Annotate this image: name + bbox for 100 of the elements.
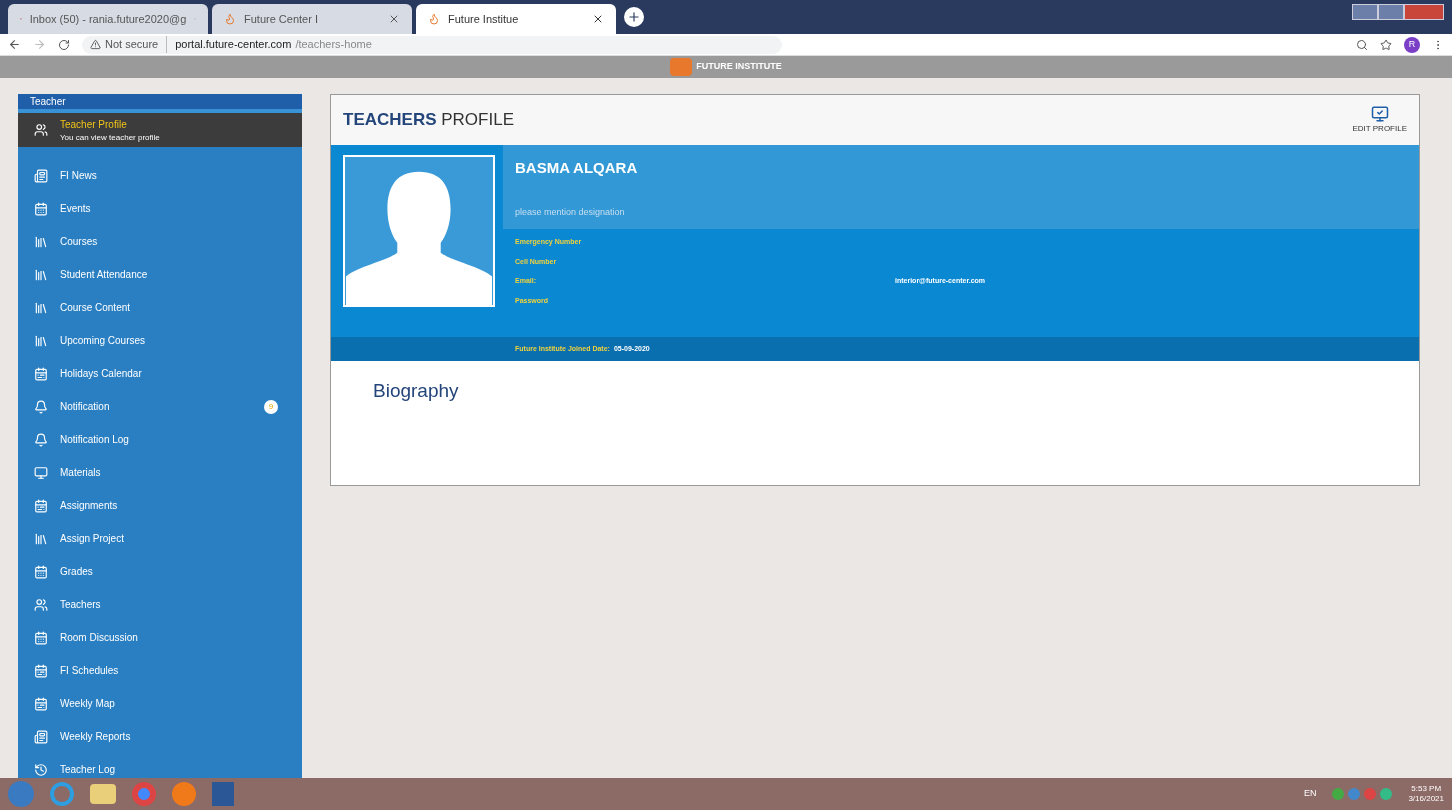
biography-heading: Biography xyxy=(373,380,459,401)
monitor-icon xyxy=(34,465,48,480)
sidebar-item[interactable]: Assign Project xyxy=(18,522,302,555)
bell-icon xyxy=(34,432,48,447)
sidebar-item[interactable]: Notification Log xyxy=(18,423,302,456)
sidebar-item-label: Teachers xyxy=(60,598,102,612)
page-title: TEACHERS PROFILE xyxy=(343,109,514,132)
folder-icon[interactable] xyxy=(90,784,116,804)
calendar-grid-icon xyxy=(34,498,48,513)
tray-icons-icon xyxy=(1332,788,1393,800)
plus-icon xyxy=(627,10,641,24)
sidebar-item-label: Assign Project xyxy=(60,532,125,546)
calendar-icon xyxy=(34,564,48,579)
browser-app-icon[interactable] xyxy=(172,782,196,806)
sidebar-item-label: FI News xyxy=(60,169,98,183)
sidebar-item[interactable]: Holidays Calendar xyxy=(18,357,302,390)
edit-profile-button[interactable]: EDIT PROFILE xyxy=(1352,105,1407,135)
sidebar-item-label: FI Schedules xyxy=(60,664,120,678)
books-icon xyxy=(34,267,48,282)
sidebar-item-label: Notification xyxy=(60,400,111,414)
sidebar-item[interactable]: Weekly Reports xyxy=(18,720,302,753)
sidebar-item[interactable]: Teacher Log xyxy=(18,753,302,778)
sidebar-item-label: Courses xyxy=(60,235,99,249)
sidebar-item-label: Holidays Calendar xyxy=(60,367,143,381)
sidebar-item[interactable]: Weekly Map xyxy=(18,687,302,720)
browser-app-icon[interactable] xyxy=(50,782,74,806)
sidebar-title: Teacher xyxy=(18,94,302,113)
newspaper-icon xyxy=(34,168,48,183)
browser-tab[interactable]: Future Institue xyxy=(416,4,616,34)
bell-icon xyxy=(34,399,48,414)
forward-icon[interactable] xyxy=(33,38,46,51)
browser-tab[interactable]: Future Center I xyxy=(212,4,412,34)
sidebar-item-label: Teacher Profile xyxy=(60,117,128,132)
profile-avatar[interactable]: R xyxy=(1404,36,1420,53)
logo-icon xyxy=(670,58,693,76)
history-icon xyxy=(34,762,48,777)
notification-badge: 9 xyxy=(264,399,278,414)
language-indicator: EN xyxy=(1303,787,1317,801)
books-icon xyxy=(34,333,48,348)
calendar-icon xyxy=(34,201,48,216)
bookmark-star-icon[interactable] xyxy=(1380,38,1392,51)
site-logo-icon xyxy=(224,13,236,25)
sidebar-item-label: Teacher Log xyxy=(60,763,117,777)
new-tab-button[interactable] xyxy=(624,7,644,27)
sidebar-item-subtitle: You can view teacher profile xyxy=(60,131,161,144)
zoom-icon[interactable] xyxy=(1356,38,1368,51)
people-icon xyxy=(34,123,48,137)
sidebar-item[interactable]: Courses xyxy=(18,225,302,258)
sidebar-item[interactable]: Grades xyxy=(18,555,302,588)
sidebar-item-label: Notification Log xyxy=(60,433,130,447)
sidebar-item[interactable]: Teachers xyxy=(18,588,302,621)
tab-title: Inbox (50) - rania.future2020@g xyxy=(29,11,187,27)
calendar-grid-icon xyxy=(34,663,48,678)
calendar-icon xyxy=(34,630,48,645)
sidebar-item[interactable]: Assignments xyxy=(18,489,302,522)
calendar-grid-icon xyxy=(34,366,48,381)
calendar-grid-icon xyxy=(34,696,48,711)
sidebar-item-label: Grades xyxy=(60,565,94,579)
security-label: Not secure xyxy=(105,36,168,53)
sidebar-item-label: Room Discussion xyxy=(60,631,139,645)
sidebar-item[interactable]: Notification 9 xyxy=(18,390,302,423)
sidebar-item-label: Student Attendance xyxy=(60,268,149,282)
reload-icon[interactable] xyxy=(58,38,70,51)
sidebar-item[interactable]: Upcoming Courses xyxy=(18,324,302,357)
tab-title: Future Institue xyxy=(448,11,520,27)
sidebar-item-label: Course Content xyxy=(60,301,132,315)
sidebar-item[interactable]: Course Content xyxy=(18,291,302,324)
window-controls-icon[interactable] xyxy=(1352,4,1444,20)
logo-text: FUTURE INSTITUTE xyxy=(696,60,782,74)
sidebar-item[interactable]: Events xyxy=(18,192,302,225)
sidebar-item[interactable]: FI News xyxy=(18,159,302,192)
sidebar-item[interactable]: FI Schedules xyxy=(18,654,302,687)
sidebar-item-label: Assignments xyxy=(60,499,119,513)
sidebar-item-label: Weekly Map xyxy=(60,697,116,711)
address-field[interactable]: Not secure portal.future-center.com /teachers-home xyxy=(82,35,782,54)
back-icon[interactable] xyxy=(8,38,21,51)
browser-tab[interactable]: Inbox (50) - rania.future2020@g xyxy=(8,4,208,34)
sidebar-item-label: Materials xyxy=(60,466,102,480)
site-logo-icon xyxy=(428,13,440,25)
sidebar-item-label: Events xyxy=(60,202,92,216)
start-button[interactable] xyxy=(8,781,34,807)
sidebar-item[interactable]: Materials xyxy=(18,456,302,489)
people-icon xyxy=(34,597,48,612)
sidebar-item-label: Weekly Reports xyxy=(60,730,132,744)
monitor-icon xyxy=(1370,105,1389,123)
designation-text: please mention designation xyxy=(515,205,626,219)
clock-date: 3/16/2021 xyxy=(1408,794,1444,804)
sidebar-item-label: Upcoming Courses xyxy=(60,334,147,348)
clock-time: 5:53 PM xyxy=(1411,784,1442,794)
warning-icon xyxy=(90,39,101,50)
teacher-name: BASMA ALQARA xyxy=(515,158,639,178)
url-host: portal.future-center.com xyxy=(175,37,292,53)
url-path: /teachers-home xyxy=(295,37,372,53)
books-icon xyxy=(34,234,48,249)
books-icon xyxy=(34,300,48,315)
books-icon xyxy=(34,531,48,546)
sidebar-item[interactable]: Student Attendance xyxy=(18,258,302,291)
tab-title: Future Center I xyxy=(244,11,319,27)
sidebar-item[interactable]: Teacher Profile You can view teacher profile xyxy=(18,113,302,147)
sidebar-item[interactable]: Room Discussion xyxy=(18,621,302,654)
